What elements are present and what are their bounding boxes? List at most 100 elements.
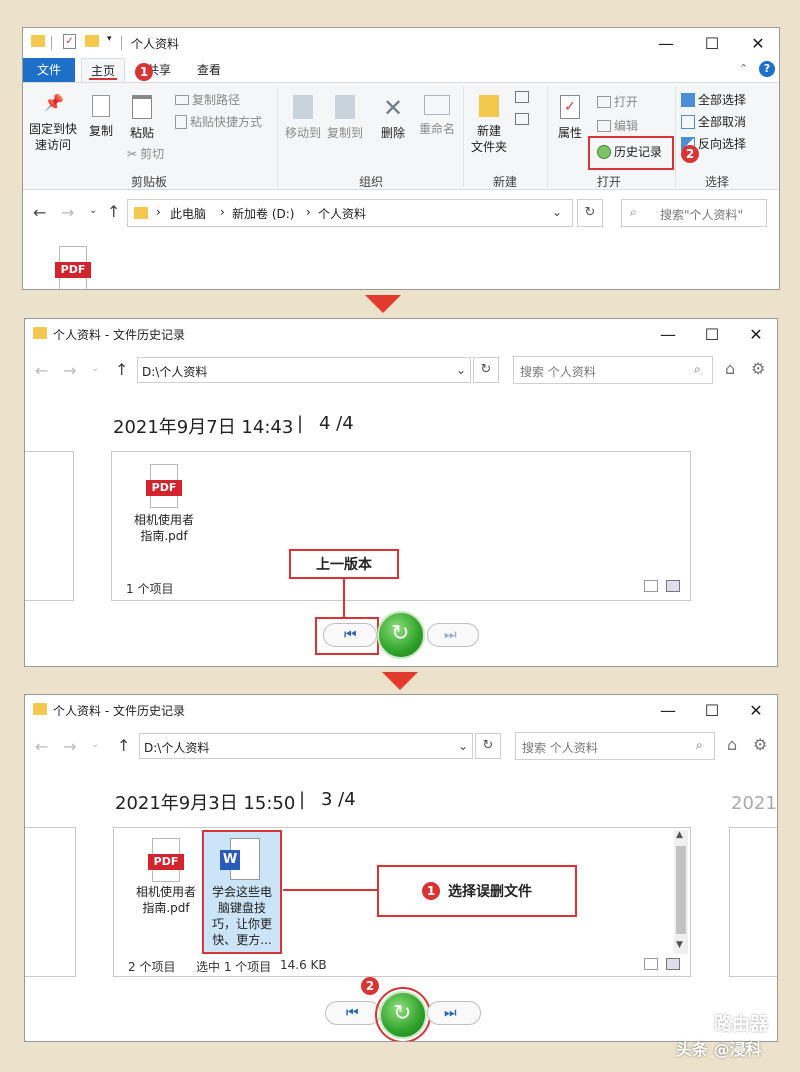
properties-check-icon[interactable]: ✓ [63, 34, 76, 49]
copy-path-label: 复制路径 [192, 93, 241, 107]
prev-version-panel[interactable] [25, 451, 74, 601]
maximize-button[interactable]: ☐ [689, 28, 735, 58]
address-dropdown-icon[interactable]: ⌄ [552, 205, 562, 219]
cut-button[interactable]: ✂ 剪切 [127, 145, 164, 162]
home-icon[interactable]: ⌂ [725, 359, 735, 378]
refresh-button[interactable]: ↻ [473, 357, 499, 383]
edit-button[interactable]: 编辑 [597, 117, 638, 134]
open-button[interactable]: 打开 [597, 93, 638, 110]
scissors-icon: ✂ [127, 146, 138, 161]
up-button[interactable]: ↑ [107, 202, 120, 221]
select-all-icon [681, 92, 695, 107]
copy-path-button[interactable]: 复制路径 [175, 91, 240, 108]
file-name: 学会这些电 脑键盘技 巧，让你更 快、更方... [206, 884, 278, 948]
back-button[interactable]: ← [33, 203, 46, 222]
collapse-ribbon-icon[interactable]: ⌃ [739, 62, 748, 75]
address-bar[interactable]: D:\个人资料 ⌄ [137, 357, 471, 383]
paste-shortcut-button[interactable]: 粘贴快捷方式 [175, 113, 262, 130]
watermark-brand: 路由器 [714, 1014, 768, 1035]
pin-quick-access-button[interactable]: 📌 固定到快 速访问 [27, 95, 79, 153]
prev-version-panel[interactable] [25, 827, 76, 977]
minimize-button[interactable]: — [645, 695, 691, 725]
minimize-button[interactable]: — [643, 28, 689, 58]
move-to-button[interactable]: 移动到 [283, 95, 323, 141]
gear-icon[interactable]: ⚙ [751, 359, 765, 378]
previous-version-button[interactable]: ⏮ [325, 1001, 381, 1025]
copy-button[interactable]: 复制 [83, 95, 119, 139]
restore-arrow-icon: ↻ [393, 1001, 412, 1026]
tab-view[interactable]: 查看 [189, 58, 229, 82]
group-separator [547, 87, 548, 187]
refresh-button[interactable]: ↻ [577, 199, 603, 227]
rename-button[interactable]: 重命名 [415, 95, 459, 137]
next-version-panel[interactable] [729, 827, 777, 977]
up-button[interactable]: ↑ [117, 736, 130, 755]
help-icon[interactable]: ? [759, 61, 775, 77]
gear-icon[interactable]: ⚙ [753, 735, 767, 754]
forward-button[interactable]: → [63, 737, 76, 756]
details-view-icon[interactable] [644, 580, 658, 592]
new-folder-button[interactable]: 新建 文件夹 [469, 95, 509, 155]
file-name-line2: 指南.pdf [140, 529, 188, 543]
breadcrumb-this-pc[interactable]: 此电脑 [170, 205, 206, 222]
paste-button[interactable]: 粘贴 [123, 95, 161, 141]
qat-dropdown-icon[interactable]: ▾ [107, 34, 112, 44]
vertical-scrollbar[interactable]: ▲ ▼ [674, 830, 688, 954]
close-button[interactable]: ✕ [733, 319, 777, 349]
next-version-date-peek: 2021年 [731, 793, 777, 814]
pdf-file-icon[interactable]: PDF [146, 464, 182, 508]
restore-button[interactable]: ↻ [377, 611, 425, 659]
next-version-button[interactable]: ⏭ [427, 623, 479, 647]
file-name[interactable]: 相机使用者 指南.pdf [126, 512, 202, 544]
address-dropdown-icon[interactable]: ⌄ [456, 363, 466, 377]
scroll-down-icon[interactable]: ▼ [676, 940, 683, 950]
recent-dropdown-icon[interactable]: ⌄ [91, 739, 99, 750]
pdf-file-icon[interactable]: PDF [55, 246, 91, 289]
refresh-button[interactable]: ↻ [475, 733, 501, 759]
back-button[interactable]: ← [35, 737, 48, 756]
address-bar[interactable]: › 此电脑 › 新加卷 (D:) › 个人资料 ⌄ [127, 199, 573, 227]
tab-file[interactable]: 文件 [23, 58, 75, 82]
recent-dropdown-icon[interactable]: ⌄ [89, 205, 97, 216]
forward-button[interactable]: → [61, 203, 74, 222]
properties-button[interactable]: ✓ 属性 [553, 95, 587, 141]
maximize-button[interactable]: ☐ [689, 695, 735, 725]
group-label-select: 选择 [704, 175, 729, 189]
new-item-icon[interactable] [515, 91, 529, 103]
minimize-button[interactable]: — [645, 319, 691, 349]
up-button[interactable]: ↑ [115, 360, 128, 379]
scroll-thumb[interactable] [676, 846, 686, 934]
pdf-file-icon[interactable]: PDF [148, 838, 184, 882]
group-separator [463, 87, 464, 187]
next-version-button[interactable]: ⏭ [427, 1001, 481, 1025]
search-input[interactable]: 搜索 个人资料 ⌕ [515, 732, 715, 760]
selected-size-status: 14.6 KB [280, 958, 327, 972]
search-input[interactable]: 搜索 个人资料 ⌕ [513, 356, 713, 384]
select-none-button[interactable]: 全部取消 [681, 113, 746, 130]
close-button[interactable]: ✕ [735, 28, 779, 58]
new-folder-icon[interactable] [85, 35, 99, 47]
delete-button[interactable]: ✕ 删除 [375, 95, 411, 141]
recent-dropdown-icon[interactable]: ⌄ [91, 363, 99, 374]
breadcrumb-drive[interactable]: 新加卷 (D:) [232, 205, 294, 222]
close-button[interactable]: ✕ [733, 695, 777, 725]
large-icons-view-icon[interactable] [666, 958, 680, 970]
address-bar[interactable]: D:\个人资料 ⌄ [139, 733, 473, 759]
restore-button[interactable]: ↻ [379, 991, 427, 1039]
forward-button[interactable]: → [63, 361, 76, 380]
easy-access-icon[interactable] [515, 113, 529, 125]
maximize-button[interactable]: ☐ [689, 319, 735, 349]
search-input[interactable]: ⌕ 搜索"个人资料" [621, 199, 767, 227]
address-dropdown-icon[interactable]: ⌄ [458, 739, 468, 753]
back-button[interactable]: ← [35, 361, 48, 380]
word-doc-icon: W [220, 838, 260, 880]
selected-file-item[interactable]: W 学会这些电 脑键盘技 巧，让你更 快、更方... [202, 830, 282, 954]
large-icons-view-icon[interactable] [666, 580, 680, 592]
details-view-icon[interactable] [644, 958, 658, 970]
select-all-button[interactable]: 全部选择 [681, 91, 746, 108]
copy-to-button[interactable]: 复制到 [325, 95, 365, 141]
home-icon[interactable]: ⌂ [727, 735, 737, 754]
file-name[interactable]: 相机使用者 指南.pdf [128, 884, 204, 916]
scroll-up-icon[interactable]: ▲ [676, 830, 683, 840]
breadcrumb-folder[interactable]: 个人资料 [318, 205, 366, 222]
